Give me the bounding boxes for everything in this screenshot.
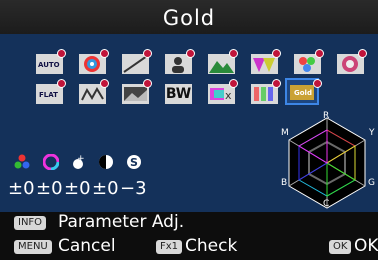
ok-label: OK — [354, 236, 378, 256]
info-button[interactable]: INFO — [14, 216, 47, 230]
preset-bw-label: BW — [165, 86, 192, 102]
page-title: Gold — [162, 6, 216, 30]
ok-button[interactable]: OK — [329, 240, 352, 254]
hue-value: ±0 — [36, 178, 63, 199]
hex-label-c: C — [323, 199, 330, 209]
preset-muted-dot-icon — [315, 49, 324, 58]
fx-button[interactable]: Fx1 — [156, 240, 183, 254]
hue-icon[interactable] — [42, 153, 60, 171]
contrast-value: ±0 — [92, 178, 119, 199]
svg-text:+: + — [77, 154, 85, 164]
color-hexagon-diagram — [288, 117, 366, 209]
preset-cross-dot-icon — [229, 79, 238, 88]
title-bar: Gold — [0, 0, 378, 34]
preset-auto-dot-icon — [57, 49, 66, 58]
hex-label-b: B — [281, 178, 288, 188]
footer-row-2: MENU Cancel Fx1 Check OK OK — [0, 234, 378, 260]
preset-auto-label: AUTO — [38, 61, 60, 69]
highlight-icon[interactable]: + — [70, 154, 86, 170]
preset-flat-label: FLAT — [39, 91, 58, 99]
svg-text:x: x — [225, 89, 232, 102]
preset-retro-dot-icon — [272, 79, 281, 88]
menu-label: Cancel — [58, 236, 116, 256]
hex-label-y: Y — [369, 128, 375, 138]
footer-row-1: INFO Parameter Adj. — [0, 212, 378, 234]
saturation-value: ±0 — [8, 178, 35, 199]
hex-label-r: R — [323, 111, 330, 121]
saturation-icon[interactable] — [14, 154, 30, 170]
preset-landscape-dot-icon — [229, 49, 238, 58]
hex-label-g: G — [368, 178, 375, 188]
preset-portrait-dot-icon — [186, 49, 195, 58]
preset-gold-dot-icon — [313, 79, 322, 88]
menu-button[interactable]: MENU — [14, 240, 52, 254]
svg-text:S: S — [130, 156, 138, 169]
preset-gold-label: Gold — [294, 89, 312, 97]
preset-natural-dot-icon — [143, 49, 152, 58]
contrast-icon[interactable] — [98, 154, 114, 170]
preset-reversal-dot-icon — [100, 79, 109, 88]
preset-vivid-dot-icon — [100, 49, 109, 58]
hex-label-m: M — [281, 128, 289, 138]
preset-bw[interactable]: BW — [165, 84, 192, 104]
preset-flat-dot-icon — [57, 79, 66, 88]
info-label: Parameter Adj. — [58, 212, 185, 232]
preset-bleach-dot-icon — [358, 49, 367, 58]
highlight-value: ±0 — [64, 178, 91, 199]
sharpness-icon[interactable]: S — [126, 154, 142, 170]
preset-radiant-dot-icon — [272, 49, 281, 58]
sharpness-value: −3 — [120, 178, 147, 199]
preset-monotone-dot-icon — [143, 79, 152, 88]
fx-label: Check — [185, 236, 238, 256]
